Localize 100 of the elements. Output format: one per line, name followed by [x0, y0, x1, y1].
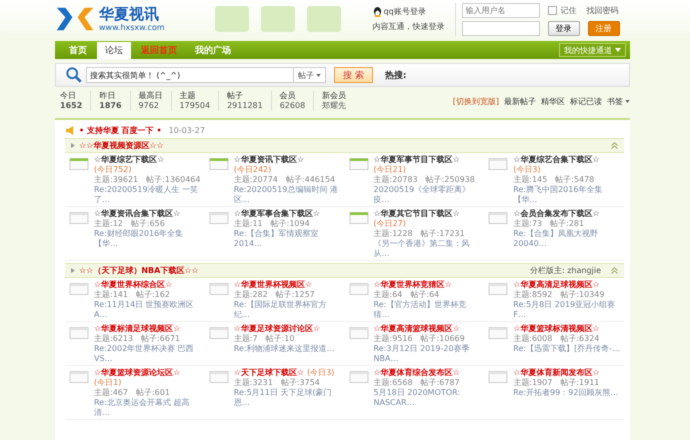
- topic-count: 主题:39621: [94, 175, 138, 185]
- forum-title-link[interactable]: ☆华夏篮球标清视频区☆: [513, 324, 600, 334]
- forum-title-link[interactable]: ☆华夏体育新闻发布区☆: [513, 368, 600, 378]
- stat-value: 2911281: [227, 101, 263, 111]
- topic-count: 主题:9516: [374, 334, 413, 344]
- topic-count: 主题:20783: [374, 175, 418, 185]
- stat-value: 62608: [280, 101, 306, 111]
- post-count: 帖子:17231: [420, 229, 465, 239]
- today-count: (今日1): [94, 378, 122, 388]
- forum-title-link[interactable]: ☆华夏高清篮球视频区☆: [374, 324, 460, 334]
- toolbar-link[interactable]: 标记已读: [570, 96, 602, 106]
- forum-title-link[interactable]: ☆华夏世界杯视频区☆: [234, 280, 312, 290]
- post-count: 帖子:10: [266, 334, 294, 344]
- search-field[interactable]: 搜索其实很简单！ (^_^): [86, 67, 294, 83]
- topic-count: 主题:6213: [94, 334, 134, 344]
- forum-title-link[interactable]: ☆华夏军事节目下载区☆: [374, 155, 460, 165]
- nav-tab[interactable]: 论坛: [97, 42, 131, 59]
- last-post-link[interactable]: Re:财经郎眼2016年全集【华…: [94, 229, 202, 249]
- last-post-link[interactable]: Re:开拓者99：92回顾灰熊…: [513, 388, 621, 398]
- username-field[interactable]: 输入用户名: [462, 2, 540, 18]
- post-count: 帖子:601: [136, 388, 170, 398]
- last-post-link[interactable]: Re:5月11日 天下足球(豪门恩…: [234, 388, 342, 408]
- photo-placeholder: [214, 6, 249, 32]
- last-post-link[interactable]: Re:20200519冷暖人生 一笑了…: [94, 185, 202, 205]
- toolbar-link[interactable]: [切换到宽版]: [452, 96, 499, 106]
- last-post-link[interactable]: Re:【迅雷下载】[乔丹传奇-…: [513, 344, 621, 354]
- stat-value: 179504: [180, 101, 210, 111]
- toolbar-link[interactable]: 最新帖子: [504, 96, 536, 106]
- stat-value: 郑耀先: [322, 101, 346, 111]
- collapse-icon[interactable]: [611, 142, 618, 149]
- last-post-link[interactable]: Re:腾飞中国2016年全集【华…: [513, 185, 621, 205]
- today-count: (今日27): [374, 219, 406, 229]
- last-post-link[interactable]: Re:北京奥运会开幕式 超高清…: [94, 398, 202, 418]
- last-post-link[interactable]: Re:11月14日 世预赛欧洲区A…: [94, 300, 202, 320]
- section-title[interactable]: ☆☆（天下足球）NBA下载区☆☆: [79, 265, 199, 276]
- nav-tab[interactable]: 首页: [61, 42, 95, 59]
- topic-count: 主题:20774: [234, 175, 278, 185]
- stat-label: 帖子: [227, 91, 244, 101]
- toolbar-link[interactable]: 精华区: [541, 96, 565, 106]
- forum-title-link[interactable]: ☆华夏军事合集下载区☆: [234, 209, 320, 219]
- last-post-link[interactable]: 5月18日 2020MOTOR: NASCAR…: [374, 388, 482, 408]
- bullet-icon: [71, 143, 75, 148]
- last-post-link[interactable]: Re:2002年世界杯决赛 巴西VS…: [94, 344, 202, 364]
- forum-title-link[interactable]: ☆华夏资讯下载区☆: [234, 155, 304, 165]
- last-post-link[interactable]: Re:3月12日 2019-20赛季NBA…: [374, 344, 482, 364]
- last-post-link[interactable]: Re:【官方活动】世界杯竞猜…: [374, 300, 482, 320]
- today-count: (今日242): [234, 165, 272, 175]
- forum-title-link[interactable]: ☆华夏篮球资源论坛区☆: [94, 368, 180, 378]
- nav-tab[interactable]: 我的广场: [187, 42, 239, 59]
- last-post-link[interactable]: Re:20200519总编辑时间 港区…: [234, 185, 342, 205]
- last-post-link[interactable]: Re:【国际足联世界杯官方纪…: [234, 300, 342, 320]
- forum-title-link[interactable]: ☆华夏资讯合集下载区☆: [94, 209, 180, 219]
- forum-title-link[interactable]: ☆会员合集发布下载区☆: [513, 209, 600, 219]
- last-post-link[interactable]: Re:【合集】凤凰大视野20040…: [513, 229, 621, 249]
- forum-title-link[interactable]: ☆华夏体育综合发布区☆: [374, 368, 460, 378]
- forgot-password-link[interactable]: 找回密码: [586, 4, 619, 16]
- forum-title-link[interactable]: ☆华夏综艺合集下载区☆: [513, 155, 600, 165]
- quick-access-button[interactable]: 我的快捷通道: [559, 43, 626, 57]
- forum-title-link[interactable]: ☆华夏其它节目下载区☆: [374, 209, 460, 219]
- post-count: 帖子:446154: [286, 175, 336, 185]
- site-url: www.hxsxw.com: [99, 23, 165, 32]
- register-button[interactable]: 注册: [588, 20, 620, 36]
- remember-checkbox[interactable]: [548, 6, 557, 14]
- post-count: 帖子:3754: [280, 378, 320, 388]
- login-button[interactable]: 登录: [548, 20, 580, 36]
- collapse-icon[interactable]: [611, 267, 618, 274]
- last-post-link[interactable]: 《另一个香港》第二集：风从…: [374, 239, 482, 259]
- remember-label: 记住: [560, 4, 577, 16]
- search-button[interactable]: 搜 索: [334, 67, 373, 83]
- forum-title-link[interactable]: ☆华夏标清足球视频区☆: [94, 324, 180, 334]
- forum-title-link[interactable]: ☆华夏世界杯综合区☆: [94, 280, 172, 290]
- post-count: 帖子:656: [130, 219, 165, 229]
- topic-count: 主题:145: [513, 175, 548, 185]
- password-field[interactable]: [462, 20, 540, 36]
- forum-title-link[interactable]: ☆天下足球下载区☆: [234, 368, 304, 378]
- photo-placeholder: [306, 6, 341, 32]
- section-title[interactable]: ☆☆华夏视频资源区☆☆: [79, 140, 164, 151]
- post-count: 帖子:281: [550, 219, 584, 229]
- moderator-label: 分栏版主: zhangjie: [530, 265, 601, 276]
- last-post-link[interactable]: 20200519《全球零距离》疫…: [374, 185, 482, 205]
- qq-login-link[interactable]: qq账号登录: [384, 6, 426, 17]
- forum-title-link[interactable]: ☆华夏高清足球视频区☆: [513, 280, 600, 290]
- notice-link[interactable]: • 支持华夏 百度一下 •: [79, 124, 162, 136]
- topic-count: 主题:11: [234, 219, 263, 229]
- toolbar-link[interactable]: 书签: [607, 96, 630, 106]
- photo-placeholder: [260, 6, 295, 32]
- last-post-link[interactable]: Re:利物浦球迷来这里报道…: [234, 344, 342, 354]
- bullet-icon: [71, 268, 75, 273]
- forum-title-link[interactable]: ☆华夏足球资源讨论区☆: [234, 324, 320, 334]
- caret-icon: [625, 100, 630, 102]
- search-scope-dropdown[interactable]: 帖子: [293, 67, 326, 83]
- caret-icon: [615, 48, 621, 52]
- last-post-link[interactable]: Re:【合集】军情观察室2014…: [234, 229, 342, 249]
- last-post-link[interactable]: Re:5月8日 2019亚冠小组赛F…: [513, 300, 621, 320]
- today-count: (今日3): [307, 368, 334, 378]
- stat-label: 今日: [60, 91, 77, 101]
- forum-title-link[interactable]: ☆华夏综艺下载区☆: [94, 155, 164, 165]
- post-count: 帖子:6324: [560, 334, 600, 344]
- forum-title-link[interactable]: ☆华夏世界杯竞猜区☆: [374, 280, 452, 290]
- post-count: 帖子:6787: [420, 378, 460, 388]
